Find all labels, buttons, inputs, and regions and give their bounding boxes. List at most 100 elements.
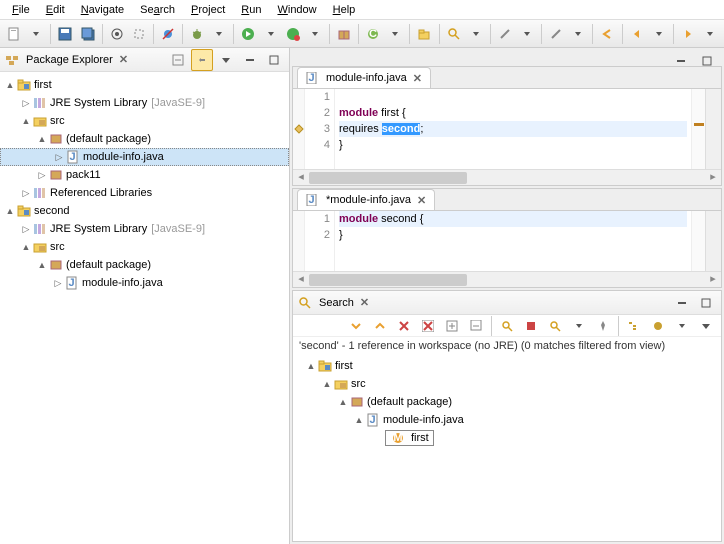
menu-project[interactable]: Project (183, 2, 233, 18)
close-view-icon[interactable]: ✕ (117, 53, 130, 66)
search-file-node[interactable]: ▲Jmodule-info.java (293, 411, 721, 429)
minimize-button[interactable] (239, 49, 261, 71)
menu-file[interactable]: File (4, 2, 38, 18)
vertical-scrollbar[interactable] (705, 89, 721, 169)
horizontal-scrollbar[interactable]: ◂▸ (293, 169, 721, 185)
expand-all-button[interactable] (441, 315, 463, 337)
code-area[interactable]: module second { } (335, 211, 691, 271)
run-last-button[interactable] (283, 23, 303, 45)
editor-tab-module-info[interactable]: J module-info.java ✕ (297, 67, 431, 88)
menu-edit[interactable]: Edit (38, 2, 73, 18)
collapse-all-button[interactable] (465, 315, 487, 337)
minimize-editor-button[interactable] (670, 50, 692, 72)
new-button[interactable] (4, 23, 24, 45)
link-editor-button[interactable] (191, 49, 213, 71)
file-node-module-info[interactable]: ▷Jmodule-info.java (0, 148, 289, 166)
forward-dropdown[interactable] (700, 23, 720, 45)
remove-match-button[interactable] (393, 315, 415, 337)
save-button[interactable] (55, 23, 75, 45)
package-node[interactable]: ▲(default package) (0, 256, 289, 274)
toggle-mark-button[interactable] (129, 23, 149, 45)
occurrence-marker-icon[interactable] (293, 121, 304, 137)
search-package-node[interactable]: ▲(default package) (293, 393, 721, 411)
menu-help[interactable]: Help (325, 2, 364, 18)
view-menu-button[interactable] (695, 315, 717, 337)
overview-ruler[interactable] (691, 89, 705, 169)
save-all-button[interactable] (77, 23, 97, 45)
menu-window[interactable]: Window (269, 2, 324, 18)
package-node[interactable]: ▲(default package) (0, 130, 289, 148)
debug-dropdown[interactable] (209, 23, 229, 45)
cancel-button[interactable] (520, 315, 542, 337)
prev-annotation-button[interactable] (546, 23, 566, 45)
java-file-icon: J (365, 412, 381, 428)
open-type-button[interactable] (414, 23, 434, 45)
file-node-module-info[interactable]: ▷Jmodule-info.java (0, 274, 289, 292)
annotation-dropdown[interactable] (517, 23, 537, 45)
run-dropdown[interactable] (260, 23, 280, 45)
search-src-node[interactable]: ▲src (293, 375, 721, 393)
search-button[interactable] (443, 23, 463, 45)
main-toolbar: C (0, 20, 724, 48)
vertical-scrollbar[interactable] (705, 211, 721, 271)
code-area[interactable]: module first { requires second; } (335, 89, 691, 169)
marker-ruler[interactable] (293, 211, 305, 271)
horizontal-scrollbar[interactable]: ◂▸ (293, 271, 721, 287)
pin-button[interactable] (592, 315, 614, 337)
collapse-all-button[interactable] (167, 49, 189, 71)
new-class-button[interactable]: C (363, 23, 383, 45)
forward-button[interactable] (678, 23, 698, 45)
maximize-button[interactable] (695, 292, 717, 314)
marker-ruler[interactable] (293, 89, 305, 169)
jre-library-node[interactable]: ▷JRE System Library[JavaSE-9] (0, 94, 289, 112)
jre-library-node[interactable]: ▷JRE System Library[JavaSE-9] (0, 220, 289, 238)
search-package-label: (default package) (367, 396, 452, 408)
tree-layout-button[interactable] (623, 315, 645, 337)
overview-ruler[interactable] (691, 211, 705, 271)
search-project-node[interactable]: ▲first (293, 357, 721, 375)
menu-navigate[interactable]: Navigate (73, 2, 132, 18)
skip-breakpoints-button[interactable] (158, 23, 178, 45)
new-package-button[interactable] (334, 23, 354, 45)
new-dropdown[interactable] (26, 23, 46, 45)
view-menu-button[interactable] (215, 49, 237, 71)
group-by-button[interactable] (647, 315, 669, 337)
close-view-icon[interactable]: ✕ (358, 296, 371, 309)
src-folder-node[interactable]: ▲src (0, 112, 289, 130)
new-class-dropdown[interactable] (385, 23, 405, 45)
back-button[interactable] (626, 23, 646, 45)
package-explorer-tree[interactable]: ▲first ▷JRE System Library[JavaSE-9] ▲sr… (0, 72, 289, 544)
referenced-libraries-node[interactable]: ▷Referenced Libraries (0, 184, 289, 202)
run-again-button[interactable] (496, 315, 518, 337)
last-edit-button[interactable] (597, 23, 617, 45)
project-icon (16, 77, 32, 93)
search-results-tree[interactable]: ▲first ▲src ▲(default package) ▲Jmodule-… (293, 355, 721, 541)
prev-match-button[interactable] (369, 315, 391, 337)
package-node-pack11[interactable]: ▷pack11 (0, 166, 289, 184)
minimize-button[interactable] (671, 292, 693, 314)
menu-run[interactable]: Run (233, 2, 269, 18)
group-by-dropdown[interactable] (671, 315, 693, 337)
menu-search[interactable]: Search (132, 2, 183, 18)
project-node[interactable]: ▲first (0, 76, 289, 94)
remove-all-button[interactable] (417, 315, 439, 337)
run-button[interactable] (238, 23, 258, 45)
annotation-button[interactable] (495, 23, 515, 45)
prev-annotation-dropdown[interactable] (568, 23, 588, 45)
project-node[interactable]: ▲second (0, 202, 289, 220)
toggle-breadcrumb-button[interactable] (107, 23, 127, 45)
debug-button[interactable] (187, 23, 207, 45)
history-dropdown[interactable] (568, 315, 590, 337)
src-folder-node[interactable]: ▲src (0, 238, 289, 256)
search-dropdown[interactable] (466, 23, 486, 45)
close-tab-icon[interactable]: ✕ (411, 72, 424, 85)
editor-tab-module-info-dirty[interactable]: J *module-info.java ✕ (297, 189, 435, 210)
search-match-node[interactable]: M first (293, 429, 721, 447)
close-tab-icon[interactable]: ✕ (415, 194, 428, 207)
maximize-button[interactable] (263, 49, 285, 71)
maximize-editor-button[interactable] (696, 50, 718, 72)
run-last-dropdown[interactable] (305, 23, 325, 45)
history-button[interactable] (544, 315, 566, 337)
back-dropdown[interactable] (649, 23, 669, 45)
next-match-button[interactable] (345, 315, 367, 337)
